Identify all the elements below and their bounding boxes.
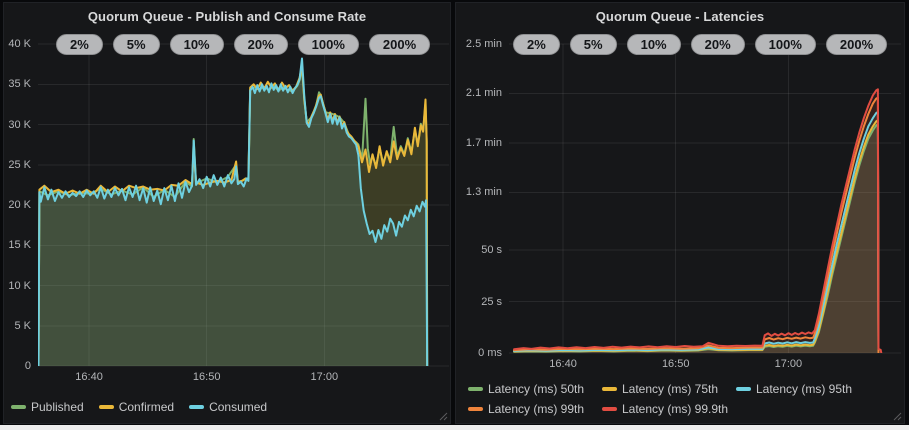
y-axis-tick-label: 0 [4,359,31,373]
legend-item-confirmed[interactable]: Confirmed [99,400,174,414]
x-axis-tick-label: 16:40 [538,358,588,370]
legend-swatch-icon [99,405,114,409]
legend: Published Confirmed Consumed [11,400,267,414]
annotation-badge[interactable]: 10% [627,34,681,55]
x-axis-tick-label: 16:50 [651,358,701,370]
legend-item-latency-ms-99th[interactable]: Latency (ms) 99th [468,402,594,416]
annotation-badge[interactable]: 10% [170,34,224,55]
legend-label: Latency (ms) 50th [488,382,584,396]
panel-title[interactable]: Quorum Queue - Publish and Consume Rate [4,9,450,24]
chart-canvas[interactable] [4,3,450,423]
legend-item-latency-ms-99-9th[interactable]: Latency (ms) 99.9th [602,402,728,416]
legend-label: Latency (ms) 75th [622,382,718,396]
annotation-badge[interactable]: 2% [513,34,560,55]
legend-item-latency-ms-95th[interactable]: Latency (ms) 95th [736,382,852,396]
x-axis-tick-label: 17:00 [763,358,813,370]
annotation-badge[interactable]: 20% [691,34,745,55]
annotation-badge[interactable]: 100% [298,34,359,55]
x-axis-tick-label: 16:40 [64,371,114,383]
annotation-badge[interactable]: 200% [826,34,887,55]
legend-swatch-icon [468,387,483,391]
legend-swatch-icon [736,387,751,391]
y-axis-tick-label: 20 K [4,198,31,212]
series-area-latency-ms-99-9th [514,89,881,353]
y-axis-tick-label: 50 s [456,243,502,257]
legend-swatch-icon [189,405,204,409]
annotation-badges-row: 2% 5% 10% 20% 100% 200% [56,34,430,55]
legend-item-latency-ms-50th[interactable]: Latency (ms) 50th [468,382,594,396]
y-axis-tick-label: 10 K [4,279,31,293]
y-axis-tick-label: 5 K [4,319,31,333]
legend-label: Consumed [209,400,267,414]
annotation-badge[interactable]: 100% [755,34,816,55]
y-axis-tick-label: 25 K [4,158,31,172]
y-axis-tick-label: 1.3 min [456,185,502,199]
page-bottom-strip [0,425,909,430]
legend-item-consumed[interactable]: Consumed [189,400,267,414]
panel-publish-consume-rate: 0 5 K 10 K 15 K 20 K 25 K 30 K 35 K 40 K 16:40 16:… [3,2,451,424]
legend-label: Confirmed [119,400,174,414]
y-axis-tick-label: 35 K [4,77,31,91]
legend-item-published[interactable]: Published [11,400,84,414]
annotation-badge[interactable]: 5% [570,34,617,55]
annotation-badge[interactable]: 2% [56,34,103,55]
legend-label: Latency (ms) 99th [488,402,584,416]
panel-resize-handle-icon[interactable] [893,412,902,421]
legend-item-latency-ms-75th[interactable]: Latency (ms) 75th [602,382,728,396]
publish-consume-chart[interactable]: 0 5 K 10 K 15 K 20 K 25 K 30 K 35 K 40 K 16:40 16:… [4,3,450,423]
y-axis-tick-label: 25 s [456,295,502,309]
y-axis-tick-label: 2.5 min [456,37,502,51]
annotation-badge[interactable]: 200% [369,34,430,55]
y-axis-tick-label: 30 K [4,118,31,132]
latencies-chart[interactable]: 0 ms 25 s 50 s 1.3 min 1.7 min 2.1 min 2.5 min… [456,3,904,423]
legend-label: Published [31,400,84,414]
y-axis-tick-label: 15 K [4,238,31,252]
annotation-badge[interactable]: 5% [113,34,160,55]
legend-swatch-icon [602,407,617,411]
annotation-badges-row: 2% 5% 10% 20% 100% 200% [513,34,887,55]
y-axis-tick-label: 0 ms [456,346,502,360]
panel-latencies: 0 ms 25 s 50 s 1.3 min 1.7 min 2.1 min 2.5 min… [455,2,905,424]
y-axis-tick-label: 1.7 min [456,136,502,150]
x-axis-tick-label: 17:00 [299,371,349,383]
annotation-badge[interactable]: 20% [234,34,288,55]
legend-label: Latency (ms) 95th [756,382,852,396]
panel-title[interactable]: Quorum Queue - Latencies [456,9,904,24]
legend-label: Latency (ms) 99.9th [622,402,728,416]
legend-swatch-icon [602,387,617,391]
x-axis-tick-label: 16:50 [182,371,232,383]
panel-resize-handle-icon[interactable] [439,412,448,421]
legend-swatch-icon [11,405,26,409]
legend-swatch-icon [468,407,483,411]
legend: Latency (ms) 50th Latency (ms) 75th Latenc… [468,382,852,416]
y-axis-tick-label: 2.1 min [456,86,502,100]
y-axis-tick-label: 40 K [4,37,31,51]
